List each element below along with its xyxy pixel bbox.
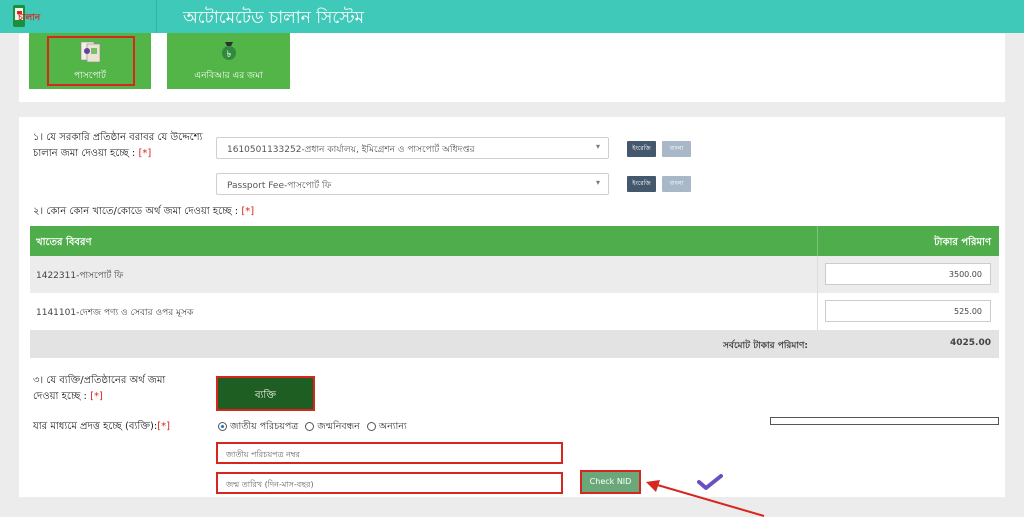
bangla-button-1[interactable]: বাংলা — [662, 141, 691, 157]
table-row: 1422311-পাসপোর্ট ফি 3500.00 — [30, 256, 999, 293]
row-description: 1141101-দেশজ পণ্য ও সেবার ওপর মূসক — [36, 308, 194, 318]
dob-input[interactable]: জন্ম তারিখ (দিন-মাস-বছর) — [216, 472, 563, 494]
table-row: 1141101-দেশজ পণ্য ও সেবার ওপর মূসক 525.0… — [30, 293, 999, 330]
radio-selected-icon — [218, 422, 227, 431]
english-button-1[interactable]: ইংরেজি — [627, 141, 656, 157]
app-title: অটোমেটেড চালান সিস্টেম — [183, 8, 365, 28]
amount-input[interactable]: 3500.00 — [825, 263, 991, 285]
tile-nbr-label: এনবিআর এর জমা — [194, 71, 263, 81]
empty-output-box — [770, 417, 999, 425]
tile-nbr[interactable]: ৳ এনবিআর এর জমা — [167, 33, 290, 89]
logo[interactable]: চালান — [0, 0, 157, 33]
chevron-down-icon: ▾ — [595, 142, 600, 151]
radio-icon — [305, 422, 315, 431]
tax-bag-icon: ৳ — [222, 42, 236, 60]
column-divider — [817, 293, 818, 330]
total-label: সর্বমোট টাকার পরিমাণ: — [722, 341, 808, 351]
radio-birth-reg[interactable]: জন্মনিবন্ধন — [305, 421, 360, 432]
person-button[interactable]: ব্যক্তি — [216, 376, 315, 411]
col-amount-header: টাকার পরিমাণ — [934, 237, 991, 248]
fee-select[interactable]: Passport Fee-পাসপোর্ট ফি ▾ — [216, 173, 609, 195]
method-label: যার মাধ্যমে প্রদত্ত হচ্ছে (ব্যক্তি):[*] — [33, 421, 171, 432]
chevron-down-icon: ▾ — [595, 178, 600, 187]
total-row: সর্বমোট টাকার পরিমাণ: 4025.00 — [30, 330, 999, 358]
id-type-radio-group: জাতীয় পরিচয়পত্র জন্মনিবন্ধন অন্যান্য — [218, 420, 407, 435]
nid-number-input[interactable]: জাতীয় পরিচয়পত্র নম্বর — [216, 442, 563, 464]
col-description-header: খাতের বিবরণ — [36, 237, 92, 248]
radio-nid[interactable]: জাতীয় পরিচয়পত্র — [218, 421, 298, 432]
english-button-2[interactable]: ইংরেজি — [627, 176, 656, 192]
radio-icon — [366, 422, 376, 431]
radio-other[interactable]: অন্যান্য — [366, 421, 407, 432]
amount-input[interactable]: 525.00 — [825, 300, 991, 322]
column-divider — [817, 256, 818, 293]
section2-question: ২। কোন কোন খাতে/কোডে অর্থ জমা দেওয়া হচ্… — [33, 206, 255, 217]
section3-question: ৩। যে ব্যক্তি/প্রতিষ্ঠানের অর্থ জমা দেওয… — [33, 375, 166, 402]
table-header: খাতের বিবরণ টাকার পরিমাণ — [30, 226, 999, 256]
total-value: 4025.00 — [950, 338, 991, 348]
section1-question: ১। যে সরকারি প্রতিষ্ঠান বরাবর যে উদ্দেশ্… — [33, 132, 203, 159]
bangla-button-2[interactable]: বাংলা — [662, 176, 691, 192]
column-divider — [817, 226, 818, 256]
svg-text:৳: ৳ — [227, 50, 232, 60]
check-nid-button[interactable]: Check NID — [580, 470, 641, 494]
office-select[interactable]: 1610501133252-প্রধান কার্যালয়, ইমিগ্রেশ… — [216, 137, 609, 159]
logo-text: চালান — [18, 13, 41, 23]
pointer-arrow-icon — [646, 480, 765, 517]
row-description: 1422311-পাসপোর্ট ফি — [36, 271, 124, 281]
tile-passport-highlight — [47, 36, 135, 86]
